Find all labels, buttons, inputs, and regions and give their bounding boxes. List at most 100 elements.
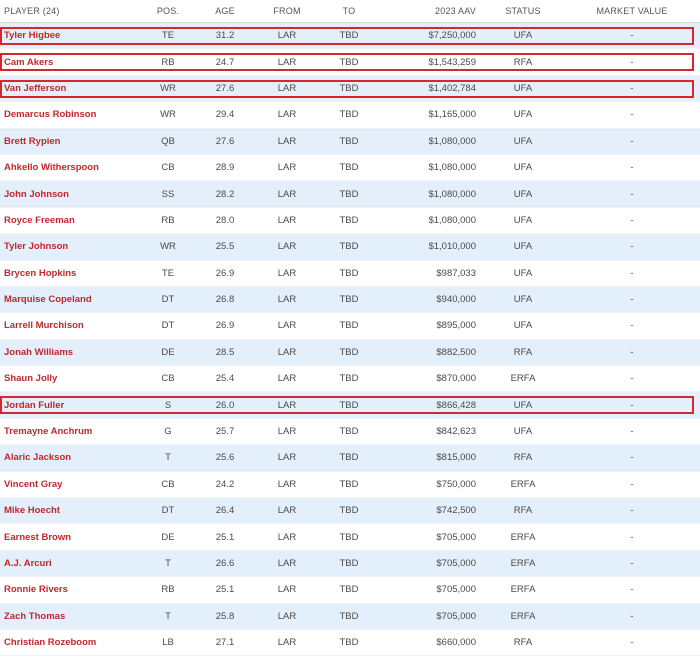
age: 25.4 [215,373,235,385]
age: 29.4 [215,109,235,121]
aav: $750,000 [436,478,476,490]
to-team: TBD [339,637,359,649]
status: UFA [513,214,533,226]
player-name[interactable]: John Johnson [4,181,154,206]
player-name[interactable]: Tyler Higbee [4,23,154,48]
from-team: LAR [277,399,297,411]
market-value: - [630,531,634,543]
aav: $940,000 [436,294,476,306]
status: UFA [513,294,533,306]
from-team: LAR [277,109,297,121]
table-row: Ronnie Rivers RB 25.1 LAR TBD $705,000 ERFA - [0,577,700,604]
player-name[interactable]: Mike Hoecht [4,498,154,523]
player-name[interactable]: Larrell Murchison [4,313,154,338]
position: WR [160,109,176,121]
from-team: LAR [277,267,297,279]
player-name[interactable]: Jordan Fuller [4,392,154,417]
market-value: - [630,426,634,438]
to-team: TBD [339,56,359,68]
to-team: TBD [339,109,359,121]
table-row: Tyler Higbee TE 31.2 LAR TBD $7,250,000 UFA - [0,23,700,50]
header-status[interactable]: STATUS [500,0,546,22]
player-name[interactable]: Van Jefferson [4,76,154,101]
status: UFA [513,399,533,411]
player-name[interactable]: Vincent Gray [4,472,154,497]
aav: $987,033 [436,267,476,279]
position: QB [161,135,175,147]
player-name[interactable]: Ahkello Witherspoon [4,155,154,180]
player-name[interactable]: Cam Akers [4,49,154,74]
age: 28.2 [215,188,235,200]
player-name[interactable]: Shaun Jolly [4,366,154,391]
player-name[interactable]: Zach Thomas [4,604,154,629]
market-value: - [630,373,634,385]
market-value: - [630,267,634,279]
player-name[interactable]: Royce Freeman [4,208,154,233]
player-name[interactable]: Earnest Brown [4,524,154,549]
to-team: TBD [339,531,359,543]
market-value: - [630,399,634,411]
aav: $895,000 [436,320,476,332]
header-age[interactable]: AGE [205,0,245,22]
from-team: LAR [277,373,297,385]
aav: $866,428 [436,399,476,411]
header-aav[interactable]: 2023 AAV [395,0,476,22]
market-value: - [630,610,634,622]
status: UFA [513,30,533,42]
header-from[interactable]: FROM [266,0,308,22]
player-name[interactable]: Tremayne Anchrum [4,419,154,444]
age: 24.7 [215,56,235,68]
market-value: - [630,135,634,147]
player-name[interactable]: Ronnie Rivers [4,577,154,602]
age: 25.7 [215,426,235,438]
from-team: LAR [277,294,297,306]
table-row: Brett Rypien QB 27.6 LAR TBD $1,080,000 UFA - [0,128,700,155]
aav: $705,000 [436,558,476,569]
market-value: - [630,584,634,596]
player-name[interactable]: Demarcus Robinson [4,102,154,127]
to-team: TBD [339,478,359,490]
position: DE [161,531,175,543]
player-name[interactable]: A.J. Arcuri [4,551,154,576]
age: 28.0 [215,214,235,226]
table-row: John Johnson SS 28.2 LAR TBD $1,080,000 UFA - [0,181,700,208]
player-name[interactable]: Christian Rozeboom [4,630,154,655]
aav: $705,000 [436,610,476,622]
table-row: Ahkello Witherspoon CB 28.9 LAR TBD $1,080,00… [0,154,700,182]
from-team: LAR [277,637,297,649]
market-value: - [630,320,634,332]
table-row: Mike Hoecht DT 26.4 LAR TBD $742,500 RFA - [0,498,700,525]
status: ERFA [510,478,536,490]
player-name[interactable]: Alaric Jackson [4,445,154,470]
header-market-value[interactable]: MARKET VALUE [593,0,671,22]
header-player[interactable]: PLAYER (24) [4,0,154,22]
table-row: Marquise Copeland DT 26.8 LAR TBD $940,000 UFA… [0,286,700,314]
player-name[interactable]: Brycen Hopkins [4,261,154,286]
status: RFA [513,56,533,68]
table-row: Larrell Murchison DT 26.9 LAR TBD $895,000 UFA… [0,313,700,340]
table-body: Tyler Higbee TE 31.2 LAR TBD $7,250,000 UFA - Ca… [0,23,700,657]
from-team: LAR [277,135,297,147]
age: 27.6 [215,135,235,147]
from-team: LAR [277,56,297,68]
aav: $742,500 [436,505,476,517]
from-team: LAR [277,531,297,543]
player-name[interactable]: Brett Rypien [4,129,154,154]
player-name[interactable]: Tyler Johnson [4,234,154,259]
header-pos[interactable]: POS. [148,0,188,22]
status: UFA [513,162,533,174]
market-value: - [630,162,634,174]
status: RFA [513,637,533,649]
to-team: TBD [339,30,359,42]
from-team: LAR [277,188,297,200]
status: ERFA [510,373,536,385]
table-row: Shaun Jolly CB 25.4 LAR TBD $870,000 ERFA - [0,366,700,393]
header-to[interactable]: TO [328,0,370,22]
from-team: LAR [277,162,297,174]
market-value: - [630,82,634,94]
age: 28.9 [215,162,235,174]
player-name[interactable]: Marquise Copeland [4,287,154,312]
table-header: PLAYER (24) POS. AGE FROM TO 2023 AAV ST… [0,0,700,23]
age: 27.1 [215,637,235,649]
player-name[interactable]: Jonah Williams [4,340,154,365]
